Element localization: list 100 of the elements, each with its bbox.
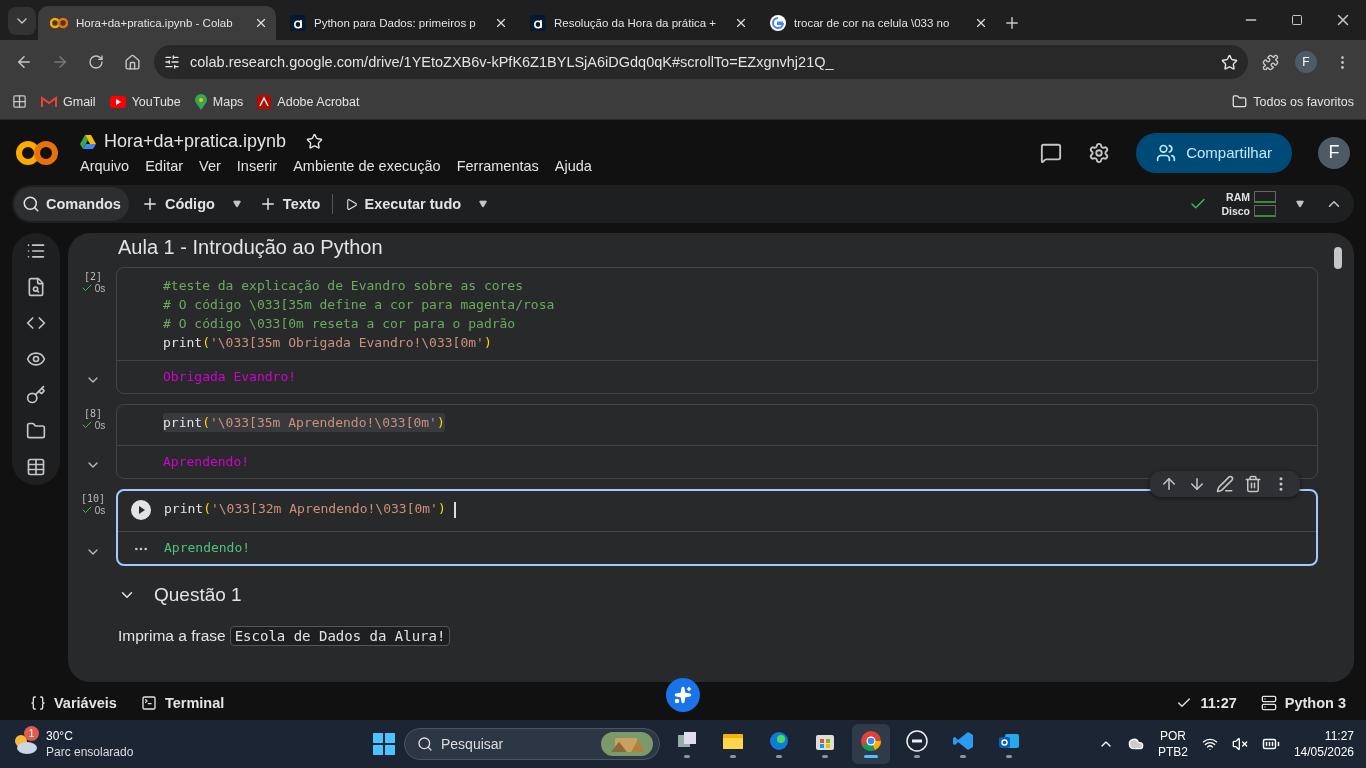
bookmark-link[interactable]: Adobe Acrobat: [257, 94, 360, 109]
browser-tab[interactable]: Python para Dados: primeiros p: [278, 6, 516, 40]
browser-tab[interactable]: Hora+da+pratica.ipynb - Colab: [38, 6, 276, 40]
toc-icon[interactable]: [26, 241, 46, 261]
menu-item[interactable]: Ferramentas: [456, 158, 539, 174]
delete-icon[interactable]: [1244, 475, 1262, 493]
success-check-icon: [80, 282, 93, 294]
move-up-icon[interactable]: [1160, 475, 1178, 493]
eye-icon[interactable]: [26, 349, 46, 369]
back-icon[interactable]: [15, 53, 33, 71]
bookmark-link[interactable]: Maps: [194, 93, 244, 110]
section-heading: Questão 1: [154, 584, 242, 606]
close-icon[interactable]: [734, 16, 748, 30]
pen-icon[interactable]: [1216, 475, 1234, 493]
run-all-button[interactable]: Executar tudo: [337, 187, 470, 221]
menu-item[interactable]: Editar: [145, 158, 184, 174]
code-line[interactable]: # O código \033[0m reseta a cor para o padrão: [163, 314, 516, 333]
tab-search-button[interactable]: [8, 7, 36, 35]
bookmark-link[interactable]: Gmail: [41, 94, 96, 109]
variables-button[interactable]: Variáveis: [30, 695, 117, 711]
mute-icon[interactable]: [1231, 736, 1248, 752]
resource-meter[interactable]: RAM Disco: [1221, 191, 1276, 217]
find-icon[interactable]: [26, 277, 46, 297]
address-bar[interactable]: colab.research.google.com/drive/1YEtoZXB6v-kPfK6Z1BYLSjA6iDGdq0qK#scrollTo=EZxgnvhj21Q_: [154, 45, 1248, 79]
home-icon[interactable]: [123, 53, 141, 71]
run-time: 0s: [94, 504, 106, 516]
braces-icon[interactable]: [30, 695, 46, 711]
code-line[interactable]: print('\033[32m Aprendendo!\033[0m'): [164, 499, 456, 518]
forward-icon[interactable]: [51, 53, 69, 71]
extensions-icon[interactable]: [1261, 53, 1279, 71]
all-bookmarks-link[interactable]: Todos os favoritos: [1232, 94, 1354, 109]
search-icon[interactable]: [417, 736, 433, 752]
vscode-icon[interactable]: [952, 730, 974, 752]
taskbar-search-field[interactable]: Pesquisar: [404, 728, 660, 760]
wifi-icon[interactable]: [1201, 736, 1218, 752]
runtime-button[interactable]: Python 3: [1260, 695, 1346, 711]
new-tab-icon[interactable]: [1003, 14, 1021, 32]
avatar[interactable]: F: [1318, 136, 1350, 169]
success-check-icon: [80, 419, 93, 431]
last-run-status[interactable]: 11:27: [1176, 695, 1237, 711]
cell-output: Obrigada Evandro!: [163, 368, 297, 386]
code-line[interactable]: #teste da explicação de Evandro sobre as cores: [163, 276, 524, 295]
server-icon[interactable]: [1260, 695, 1277, 711]
reload-icon[interactable]: [88, 54, 104, 70]
bookmark-link[interactable]: YouTube: [109, 94, 181, 109]
clock[interactable]: 11:27 14/05/2026: [1293, 728, 1354, 760]
caret-icon[interactable]: [479, 200, 488, 208]
move-down-icon[interactable]: [1188, 475, 1206, 493]
code-line[interactable]: print('\033[35m Obrigada Evandro!\033[0m'): [163, 333, 492, 352]
browser-tab[interactable]: trocar de cor na celula \033 no: [758, 6, 996, 40]
menu-item[interactable]: Ver: [199, 158, 221, 174]
bookmark-star-icon[interactable]: [1221, 53, 1238, 71]
close-icon[interactable]: [974, 16, 988, 30]
close-icon[interactable]: [494, 16, 508, 30]
settings-icon[interactable]: [1088, 141, 1111, 164]
dell-icon[interactable]: [906, 730, 928, 752]
play-icon[interactable]: [345, 197, 359, 211]
commands-button[interactable]: Comandos: [14, 187, 129, 221]
sparkle-icon[interactable]: [674, 686, 692, 704]
edge-icon[interactable]: [768, 730, 790, 752]
start-icon[interactable]: [372, 732, 396, 756]
terminal-icon[interactable]: [140, 695, 157, 711]
close-icon[interactable]: [254, 16, 268, 30]
menu-item[interactable]: Inserir: [236, 158, 278, 174]
colab-logo-icon[interactable]: [16, 139, 58, 166]
share-button[interactable]: Compartilhar: [1136, 132, 1292, 173]
star-icon[interactable]: [306, 133, 324, 150]
weather-text: Parc ensolarado: [46, 744, 134, 760]
profile-avatar[interactable]: F: [1295, 51, 1317, 73]
comments-icon[interactable]: [1040, 141, 1063, 164]
apps-icon[interactable]: [12, 94, 27, 109]
run-cell-button[interactable]: [131, 500, 151, 520]
chrome-icon[interactable]: [860, 730, 882, 752]
cloud-icon[interactable]: [1127, 736, 1144, 752]
terminal-button[interactable]: Terminal: [140, 695, 225, 711]
restore-icon[interactable]: [1291, 14, 1303, 26]
table-icon[interactable]: [26, 457, 46, 477]
folder-icon[interactable]: [1232, 94, 1248, 109]
scrollbar-thumb[interactable]: [1334, 247, 1342, 269]
success-check-icon: [80, 504, 93, 516]
add-code-button[interactable]: Código: [132, 187, 223, 221]
add-text-button[interactable]: Texto: [250, 187, 329, 221]
search-icon[interactable]: [22, 195, 40, 213]
browser-tab[interactable]: Resolução da Hora da prática +: [518, 6, 756, 40]
key-icon[interactable]: [26, 385, 46, 405]
caret-icon[interactable]: [232, 200, 241, 208]
gemini-button[interactable]: [666, 678, 700, 712]
language-indicator[interactable]: POR PTB2: [1157, 728, 1188, 760]
code-line[interactable]: # O código \033[35m define a cor para magenta/rosa: [163, 295, 555, 314]
notebook-title[interactable]: Hora+da+pratica.ipynb: [104, 131, 287, 152]
run-time: 0s: [94, 419, 106, 431]
menu-item[interactable]: Ajuda: [554, 158, 592, 174]
caret-icon[interactable]: [1296, 200, 1304, 208]
folder-icon[interactable]: [26, 421, 46, 441]
menu-item[interactable]: Ambiente de execução: [293, 158, 441, 174]
notification-badge: 1: [24, 726, 39, 741]
code-cell[interactable]: [116, 267, 1318, 394]
menu-item[interactable]: Arquivo: [80, 158, 130, 174]
site-settings-icon[interactable]: [164, 54, 180, 70]
people-icon[interactable]: [1156, 142, 1177, 163]
